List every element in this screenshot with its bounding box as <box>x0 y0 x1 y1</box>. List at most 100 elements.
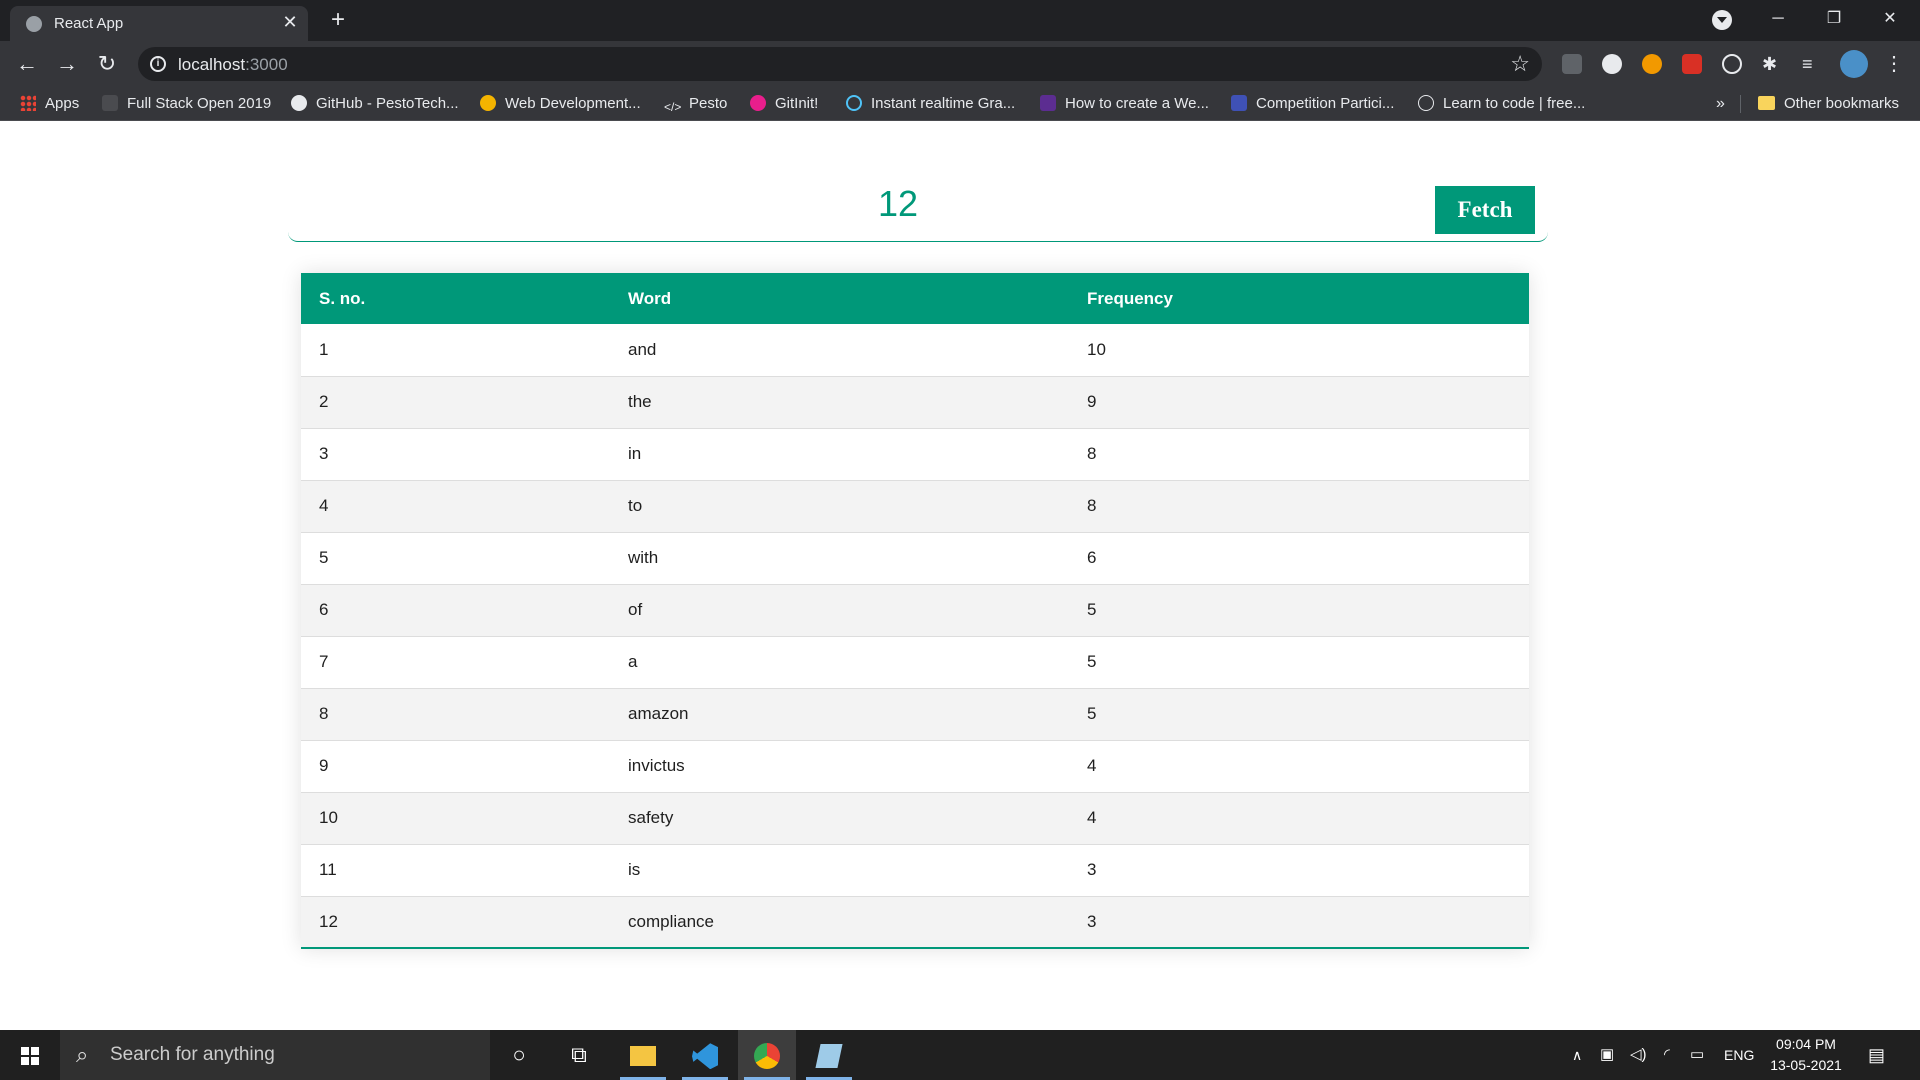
freecodecamp-icon <box>1418 95 1434 111</box>
close-window-button[interactable]: ✕ <box>1862 0 1918 41</box>
media-queue-icon[interactable]: ≡ <box>1802 54 1822 74</box>
task-view-icon[interactable]: ⧉ <box>550 1030 608 1080</box>
bookmark-label: Web Development... <box>505 95 641 112</box>
puzzle-extensions-icon[interactable]: ✱ <box>1762 54 1782 74</box>
bookmark-label: Learn to code | free... <box>1443 95 1586 112</box>
other-bookmarks-folder[interactable]: Other bookmarks <box>1758 87 1899 121</box>
table-row: 2 the 9 <box>301 376 1529 428</box>
table-row: 9 invictus 4 <box>301 740 1529 792</box>
info-icon[interactable]: i <box>150 56 166 72</box>
bookmark-label: Apps <box>45 95 80 112</box>
vscode-icon[interactable] <box>676 1030 734 1080</box>
cell-frequency: 5 <box>1087 652 1097 671</box>
bookmark-item[interactable]: Competition Partici... <box>1231 87 1394 121</box>
volume-icon[interactable]: ◁) <box>1630 1030 1647 1080</box>
circle-extension-icon[interactable] <box>1602 54 1622 74</box>
start-button[interactable] <box>0 1030 60 1080</box>
more-bookmarks-chevron-icon[interactable]: » <box>1716 87 1725 121</box>
wifi-icon[interactable]: ◜ <box>1664 1030 1670 1080</box>
table-header-row: S. no. Word Frequency <box>301 273 1529 324</box>
address-bar[interactable]: i localhost:3000 ☆ <box>138 47 1542 81</box>
meet-now-icon[interactable]: ▣ <box>1600 1030 1614 1080</box>
cortana-icon[interactable]: ○ <box>490 1030 548 1080</box>
table-row: 3 in 8 <box>301 428 1529 480</box>
cell-word: with <box>628 548 659 567</box>
cell-word: in <box>628 444 642 463</box>
cell-serial: 4 <box>319 496 329 515</box>
cell-word: is <box>628 860 641 879</box>
taskbar-clock[interactable]: 09:04 PM 13-05-2021 <box>1758 1034 1854 1076</box>
browser-tab[interactable]: React App ✕ <box>10 6 308 41</box>
back-arrow-icon[interactable]: ← <box>12 49 42 79</box>
tab-title: React App <box>54 15 124 32</box>
bookmarks-bar: Apps Full Stack Open 2019 GitHub - Pesto… <box>0 87 1920 121</box>
search-placeholder: Search for anything <box>110 1044 275 1065</box>
windows-logo-icon <box>21 1047 39 1065</box>
bookmark-item[interactable]: Web Development... <box>480 87 641 121</box>
notes-app-icon[interactable] <box>800 1030 858 1080</box>
bookmark-label: Other bookmarks <box>1784 95 1900 112</box>
tab-search-icon[interactable] <box>1712 10 1732 30</box>
cell-serial: 7 <box>319 652 329 671</box>
file-explorer-icon[interactable] <box>614 1030 672 1080</box>
web-dev-icon <box>480 95 496 111</box>
user-extension-icon[interactable] <box>1642 54 1662 74</box>
search-icon: ⌕ <box>76 1042 89 1067</box>
restore-button[interactable]: ❐ <box>1806 0 1862 41</box>
pen-extension-icon[interactable] <box>1562 54 1582 74</box>
page-icon <box>102 95 118 111</box>
globe-icon <box>26 16 42 32</box>
bookmark-item[interactable]: GitInit! <box>750 87 818 121</box>
chrome-icon[interactable] <box>738 1030 796 1080</box>
table-row: 7 a 5 <box>301 636 1529 688</box>
forward-arrow-icon[interactable]: → <box>52 49 82 79</box>
bookmark-icon <box>1040 95 1056 111</box>
reload-icon[interactable]: ↻ <box>92 49 122 79</box>
bookmark-item[interactable]: GitHub - PestoTech... <box>291 87 459 121</box>
taskbar-search[interactable]: ⌕ Search for anything <box>60 1030 490 1080</box>
bookmark-label: Full Stack Open 2019 <box>127 95 272 112</box>
frequency-table-container: S. no. Word Frequency 1 and 10 2 the 9 3 in 8 4 to… <box>301 273 1529 949</box>
bookmark-apps[interactable]: Apps <box>20 87 79 121</box>
profile-avatar[interactable] <box>1840 50 1868 78</box>
bookmark-star-icon[interactable]: ☆ <box>1510 51 1530 77</box>
bookmark-label: Pesto <box>689 95 728 112</box>
url-port: :3000 <box>245 55 288 74</box>
cell-word: invictus <box>628 756 685 775</box>
cell-word: of <box>628 600 643 619</box>
cell-frequency: 4 <box>1087 808 1097 827</box>
close-tab-icon[interactable]: ✕ <box>280 12 300 33</box>
kebab-menu-icon[interactable]: ⋮ <box>1884 54 1904 74</box>
cell-serial: 11 <box>319 860 337 879</box>
minimize-button[interactable]: ─ <box>1750 0 1806 41</box>
tray-chevron-icon[interactable]: ∧ <box>1572 1030 1582 1080</box>
cell-word: a <box>628 652 638 671</box>
cell-word: to <box>628 496 643 515</box>
browser-toolbar: ← → ↻ i localhost:3000 ☆ ✱ ≡ ⋮ <box>0 41 1920 87</box>
calendar-icon <box>1231 95 1247 111</box>
folder-shape <box>630 1046 656 1067</box>
bookmark-item[interactable]: Instant realtime Gra... <box>846 87 1015 121</box>
fetch-button[interactable]: Fetch <box>1435 186 1535 234</box>
cell-frequency: 5 <box>1087 600 1097 619</box>
bookmark-item[interactable]: How to create a We... <box>1040 87 1209 121</box>
battery-icon[interactable]: ▭ <box>1690 1030 1704 1080</box>
header-bar: Fetch <box>288 180 1548 242</box>
language-indicator[interactable]: ENG <box>1724 1030 1754 1080</box>
bookmark-item[interactable]: </> Pesto <box>664 87 727 121</box>
notifications-icon[interactable]: ▤ <box>1868 1030 1885 1080</box>
red-extension-icon[interactable] <box>1682 54 1702 74</box>
table-row: 6 of 5 <box>301 584 1529 636</box>
bookmark-item[interactable]: Full Stack Open 2019 <box>102 87 271 121</box>
cell-frequency: 3 <box>1087 860 1097 879</box>
target-extension-icon[interactable] <box>1722 54 1742 74</box>
new-tab-button[interactable]: + <box>325 6 351 34</box>
cell-frequency: 8 <box>1087 444 1097 463</box>
cell-frequency: 10 <box>1087 339 1106 359</box>
count-input[interactable] <box>688 180 1108 228</box>
header-frequency: Frequency <box>1087 288 1173 308</box>
url-text[interactable]: localhost:3000 <box>178 55 288 75</box>
clock-time: 09:04 PM <box>1776 1036 1836 1052</box>
cell-serial: 10 <box>319 808 338 827</box>
bookmark-item[interactable]: Learn to code | free... <box>1418 87 1585 121</box>
